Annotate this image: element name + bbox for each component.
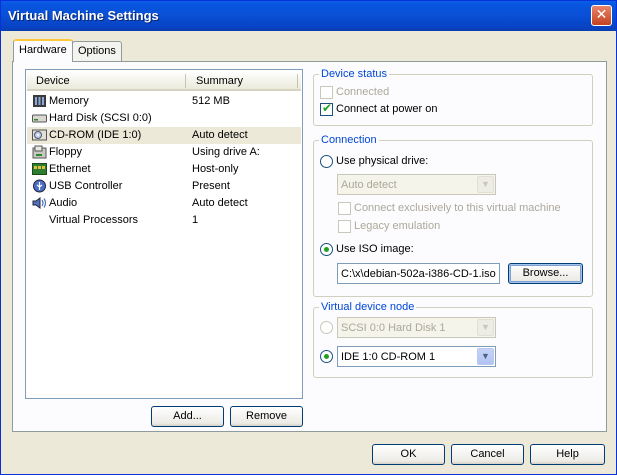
cdrom-icon: [32, 129, 47, 141]
iso-image-label: Use ISO image:: [336, 243, 414, 255]
scsi-node-select[interactable]: SCSI 0:0 Hard Disk 1 ▼: [337, 317, 496, 338]
add-button[interactable]: Add...: [151, 406, 224, 427]
ok-button[interactable]: OK: [372, 444, 445, 465]
legacy-label: Legacy emulation: [354, 220, 441, 232]
ethernet-icon: [32, 163, 47, 175]
ide-node-select[interactable]: IDE 1:0 CD-ROM 1 ▼: [337, 346, 496, 367]
device-status-group: [313, 74, 593, 126]
device-row-memory[interactable]: Memory 512 MB: [27, 93, 301, 110]
connected-checkbox[interactable]: [320, 86, 333, 99]
column-summary[interactable]: Summary: [196, 75, 243, 87]
ide-node-radio[interactable]: [320, 350, 333, 363]
radio-selected-dot: [324, 247, 329, 252]
iso-path-input[interactable]: [337, 263, 500, 284]
column-divider[interactable]: [297, 74, 298, 88]
device-row-audio[interactable]: Audio Auto detect: [27, 195, 301, 212]
virtual-device-node-title: Virtual device node: [319, 301, 417, 313]
device-row-processors[interactable]: Virtual Processors 1: [27, 212, 301, 229]
physical-drive-radio[interactable]: [320, 155, 333, 168]
exclusive-label: Connect exclusively to this virtual mach…: [354, 202, 561, 214]
column-divider[interactable]: [185, 74, 186, 88]
browse-button[interactable]: Browse...: [508, 263, 583, 284]
device-row-cdrom[interactable]: CD-ROM (IDE 1:0) Auto detect: [27, 127, 301, 144]
list-header: Device Summary: [27, 71, 301, 91]
radio-selected-dot: [324, 354, 329, 359]
legacy-checkbox[interactable]: [338, 220, 351, 233]
memory-icon: [33, 95, 46, 107]
chevron-down-icon: ▼: [477, 176, 494, 193]
scsi-node-radio[interactable]: [320, 321, 333, 334]
close-button[interactable]: ✕: [591, 5, 612, 26]
device-row-usb[interactable]: USB Controller Present: [27, 178, 301, 195]
floppy-icon: [32, 145, 47, 159]
usb-icon: [33, 179, 46, 193]
connection-title: Connection: [319, 134, 379, 146]
window-title: Virtual Machine Settings: [8, 8, 159, 23]
chevron-down-icon: ▼: [477, 348, 494, 365]
connect-power-label: Connect at power on: [336, 103, 438, 115]
check-icon: ✔: [322, 101, 333, 115]
physical-drive-label: Use physical drive:: [336, 155, 429, 167]
physical-drive-select[interactable]: Auto detect ▼: [337, 174, 496, 195]
remove-button[interactable]: Remove: [230, 406, 303, 427]
connect-power-checkbox[interactable]: ✔: [320, 101, 333, 116]
exclusive-checkbox[interactable]: [338, 202, 351, 215]
iso-path-field[interactable]: [338, 264, 499, 283]
device-row-ethernet[interactable]: Ethernet Host-only: [27, 161, 301, 178]
tab-hardware[interactable]: Hardware: [13, 39, 73, 62]
tab-options[interactable]: Options: [72, 41, 122, 61]
chevron-down-icon: ▼: [477, 319, 494, 336]
settings-window: Virtual Machine Settings ✕ Hardware Opti…: [0, 0, 617, 475]
hard-disk-icon: [32, 114, 47, 123]
column-device[interactable]: Device: [36, 75, 70, 87]
connected-label: Connected: [336, 86, 390, 98]
device-row-floppy[interactable]: Floppy Using drive A:: [27, 144, 301, 161]
close-icon: ✕: [595, 7, 608, 23]
processor-icon: [32, 213, 47, 227]
audio-icon: [32, 197, 47, 209]
help-button[interactable]: Help: [530, 444, 605, 465]
device-row-hard-disk[interactable]: Hard Disk (SCSI 0:0): [27, 110, 301, 127]
iso-image-radio[interactable]: [320, 243, 333, 256]
cancel-button[interactable]: Cancel: [451, 444, 524, 465]
device-status-title: Device status: [319, 68, 390, 80]
title-bar[interactable]: Virtual Machine Settings ✕: [1, 1, 616, 31]
device-list[interactable]: Device Summary Memory 512 MB Hard Disk (…: [25, 69, 303, 399]
